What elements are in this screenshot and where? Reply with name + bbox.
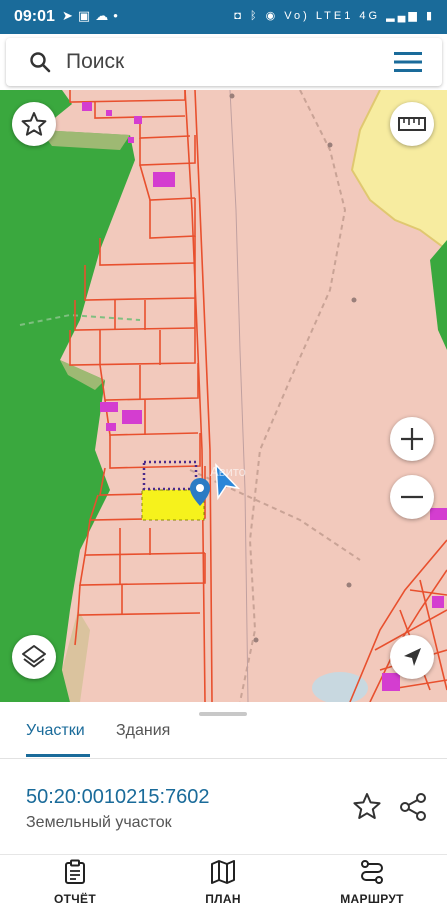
my-location-button[interactable]	[390, 635, 434, 679]
search-input[interactable]: Поиск	[66, 50, 124, 74]
ruler-button[interactable]	[390, 102, 434, 146]
favorite-parcel-icon[interactable]	[350, 790, 384, 824]
map-canvas[interactable]: Авито	[0, 90, 447, 702]
route-icon	[361, 860, 383, 884]
notification-icons: ➤▣☁•	[62, 8, 123, 24]
volte-icon: Vo) LTE1	[284, 10, 354, 22]
cloud-icon: ☁	[95, 8, 114, 23]
cadastral-map[interactable]: Авито	[0, 90, 447, 702]
zoom-in-button[interactable]	[390, 417, 434, 461]
bluetooth-icon: ᛒ	[249, 10, 260, 22]
tab-buildings[interactable]: Здания	[116, 722, 170, 740]
nav-plan-label: ПЛАН	[205, 892, 241, 906]
drag-handle[interactable]	[199, 712, 247, 716]
system-icons: ◘ ᛒ ◉ Vo) LTE1 4G ▂▄▆ ▮	[234, 9, 435, 22]
parcel-panel: Участки Здания 50:20:0010215:7602 Земель…	[0, 702, 447, 854]
layers-icon	[22, 645, 46, 668]
tab-parcels[interactable]: Участки	[26, 722, 85, 740]
status-time: 09:01	[14, 8, 55, 25]
bottom-navigation: ОТЧЁТ ПЛАН МАРШРУТ	[0, 854, 447, 911]
dot-icon: •	[113, 8, 123, 23]
search-icon[interactable]	[28, 50, 52, 74]
location-icon: ◉	[265, 10, 279, 22]
battery-icon: ▮	[425, 10, 435, 22]
favorite-button[interactable]	[12, 102, 56, 146]
zoom-out-button[interactable]	[390, 475, 434, 519]
gallery-icon: ▣	[77, 8, 96, 23]
ruler-icon	[398, 117, 426, 131]
network-label: 4G	[359, 10, 381, 22]
telegram-icon: ➤	[62, 8, 78, 23]
hamburger-menu-icon[interactable]	[394, 51, 422, 73]
nav-plan[interactable]: ПЛАН	[168, 859, 278, 906]
divider	[0, 758, 447, 759]
status-bar: 09:01 ➤▣☁• ◘ ᛒ ◉ Vo) LTE1 4G ▂▄▆ ▮	[0, 0, 447, 34]
battery-saver-icon: ◘	[234, 10, 244, 22]
parcel-type: Земельный участок	[26, 814, 172, 831]
star-icon	[21, 112, 47, 136]
nav-route[interactable]: МАРШРУТ	[317, 859, 427, 906]
navigation-arrow-icon	[404, 648, 421, 666]
signal-icon: ▂▄▆	[386, 10, 420, 22]
search-bar[interactable]: Поиск	[6, 38, 442, 86]
layers-button[interactable]	[12, 635, 56, 679]
clipboard-icon	[65, 859, 85, 884]
minus-icon	[401, 495, 423, 499]
nav-report[interactable]: ОТЧЁТ	[20, 859, 130, 906]
nav-report-label: ОТЧЁТ	[54, 892, 96, 906]
map-watermark: Авито	[210, 464, 246, 479]
cadastral-number-link[interactable]: 50:20:0010215:7602	[26, 786, 210, 809]
plus-icon	[401, 428, 423, 450]
share-icon[interactable]	[396, 790, 430, 824]
map-book-icon	[211, 860, 235, 884]
active-tab-indicator	[26, 754, 90, 757]
nav-route-label: МАРШРУТ	[340, 892, 404, 906]
